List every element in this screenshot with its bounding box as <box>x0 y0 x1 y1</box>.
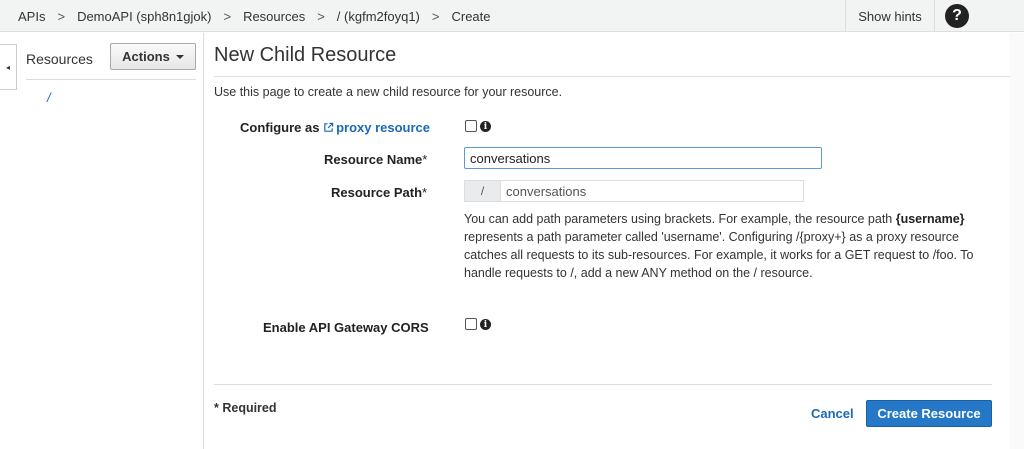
resource-path-label: Resource Path* <box>331 185 428 200</box>
breadcrumb-api[interactable]: DemoAPI (sph8n1gjok) <box>77 9 211 24</box>
resource-path-input[interactable] <box>500 180 804 202</box>
collapse-sidebar-icon[interactable]: ◂ <box>0 44 17 90</box>
intro-text: Use this page to create a new child reso… <box>214 85 563 99</box>
breadcrumb-current: Create <box>451 8 491 24</box>
resource-tree-root[interactable]: / <box>47 90 51 105</box>
info-icon[interactable]: i <box>480 319 491 330</box>
breadcrumb: APIs > DemoAPI (sph8n1gjok) > Resources … <box>18 0 491 32</box>
resource-path-prefix: / <box>464 180 500 202</box>
required-note: * Required <box>214 401 277 415</box>
cancel-button[interactable]: Cancel <box>811 406 854 421</box>
divider <box>26 79 196 80</box>
breadcrumb-separator: > <box>57 8 66 24</box>
path-help-text: You can add path parameters using bracke… <box>464 212 974 280</box>
breadcrumb-separator: > <box>431 8 440 24</box>
show-hints-button[interactable]: Show hints <box>845 0 935 32</box>
breadcrumb-separator: > <box>317 8 325 24</box>
resources-panel: Resources Actions / <box>17 33 204 449</box>
breadcrumb-resources[interactable]: Resources <box>243 9 305 24</box>
create-resource-button[interactable]: Create Resource <box>866 400 992 427</box>
resource-name-input[interactable] <box>464 147 822 169</box>
help-icon[interactable]: ? <box>945 4 969 28</box>
caret-down-icon <box>175 54 184 59</box>
resources-title: Resources <box>26 51 93 67</box>
resource-name-label: Resource Name* <box>324 152 428 167</box>
cors-label: Enable API Gateway CORS <box>263 320 429 335</box>
proxy-checkbox[interactable] <box>465 120 477 132</box>
proxy-resource-link[interactable]: proxy resource <box>323 120 430 135</box>
info-icon[interactable]: i <box>480 121 491 132</box>
top-bar: APIs > DemoAPI (sph8n1gjok) > Resources … <box>0 0 1024 32</box>
breadcrumb-resource[interactable]: / (kgfm2foyq1) <box>337 9 420 24</box>
page-title: New Child Resource <box>214 44 397 66</box>
proxy-link-text: proxy resource <box>336 120 431 135</box>
proxy-label: Configure as proxy resource <box>240 120 430 135</box>
breadcrumb-separator: > <box>223 8 232 24</box>
breadcrumb-apis[interactable]: APIs <box>18 9 45 24</box>
external-link-icon <box>324 122 334 132</box>
actions-button[interactable]: Actions <box>110 43 196 70</box>
path-param-example: {username} <box>895 212 965 226</box>
divider <box>214 384 992 385</box>
actions-label: Actions <box>122 49 170 64</box>
cors-checkbox[interactable] <box>465 318 477 330</box>
scrollbar[interactable] <box>1010 33 1024 449</box>
divider <box>214 76 1010 77</box>
proxy-label-prefix: Configure as <box>240 120 324 135</box>
